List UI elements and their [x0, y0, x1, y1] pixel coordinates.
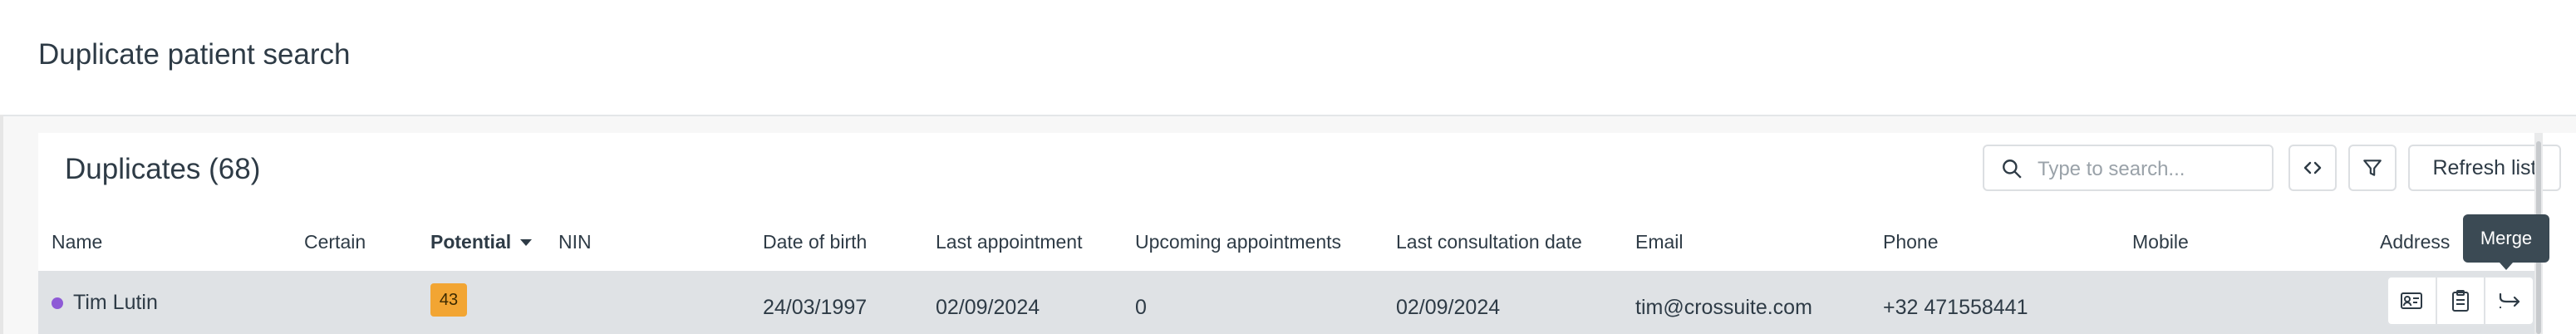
merge-icon [2499, 292, 2519, 309]
tooltip-arrow [2500, 263, 2513, 270]
column-header-address[interactable]: Address [2380, 231, 2450, 253]
column-header-mobile[interactable]: Mobile [2132, 231, 2189, 253]
view-patient-button[interactable] [2388, 278, 2437, 324]
duplicates-panel: Duplicates (68) Refresh list Name Certai… [38, 133, 2576, 334]
search-input[interactable] [2036, 155, 2264, 184]
column-header-phone[interactable]: Phone [1883, 231, 1939, 253]
column-header-name[interactable]: Name [52, 231, 102, 253]
cell-last-consultation-date: 02/09/2024 [1396, 296, 1501, 319]
column-header-nin[interactable]: NIN [558, 231, 592, 253]
id-card-icon [2401, 292, 2423, 309]
cell-email: tim@crossuite.com [1635, 296, 1812, 319]
column-header-email[interactable]: Email [1635, 231, 1684, 253]
duplicates-title: Duplicates (68) [65, 153, 261, 185]
cell-upcoming-appointments: 0 [1135, 296, 1147, 319]
row-actions [2387, 276, 2534, 326]
search-box[interactable] [1983, 145, 2274, 191]
cell-name: Tim Lutin [73, 291, 158, 314]
filter-button[interactable] [2348, 145, 2397, 191]
code-view-button[interactable] [2288, 145, 2337, 191]
sort-desc-icon [520, 239, 532, 246]
left-divider [0, 115, 3, 334]
column-header-potential[interactable]: Potential [430, 231, 511, 253]
merge-tooltip: Merge [2463, 214, 2549, 263]
cell-date-of-birth: 24/03/1997 [763, 296, 868, 319]
code-icon [2303, 161, 2322, 174]
page-header: Duplicate patient search [0, 0, 2576, 116]
column-header-certain[interactable]: Certain [304, 231, 366, 253]
column-header-last-appointment[interactable]: Last appointment [936, 231, 1082, 253]
merge-button[interactable] [2485, 278, 2533, 324]
search-icon [2003, 160, 2022, 179]
status-dot [52, 297, 63, 309]
page-title: Duplicate patient search [38, 38, 351, 71]
view-record-button[interactable] [2437, 278, 2486, 324]
potential-score-badge: 43 [430, 283, 467, 317]
clipboard-icon [2452, 290, 2469, 312]
column-header-upcoming-appointments[interactable]: Upcoming appointments [1135, 231, 1341, 253]
filter-icon [2363, 160, 2382, 176]
cell-phone: +32 471558441 [1883, 296, 2028, 319]
table-row[interactable]: Tim Lutin 43 24/03/1997 02/09/2024 0 02/… [38, 271, 2534, 334]
column-header-last-consultation-date[interactable]: Last consultation date [1396, 231, 1582, 253]
cell-last-appointment: 02/09/2024 [936, 296, 1040, 319]
column-header-date-of-birth[interactable]: Date of birth [763, 231, 867, 253]
